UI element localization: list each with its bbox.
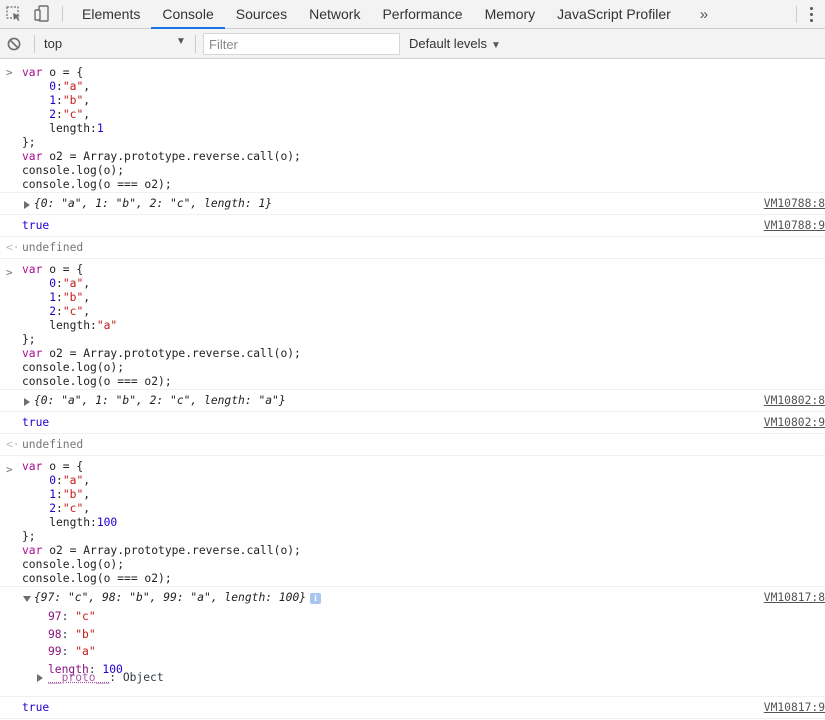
console-log-entry: {0: "a", 1: "b", 2: "c", length: 1} VM10… [0, 193, 825, 215]
toolbar-divider [34, 35, 35, 53]
console-messages: > var o = { 0:"a", 1:"b", 2:"c", length:… [0, 59, 825, 720]
tab-console[interactable]: Console [151, 0, 226, 29]
logged-boolean: true [22, 701, 50, 714]
expand-triangle-icon[interactable] [24, 201, 30, 209]
devtools-tabbar: Elements Console Sources Network Perform… [0, 0, 825, 29]
source-link[interactable]: VM10802:9 [764, 416, 825, 430]
kebab-menu-icon[interactable] [803, 6, 819, 22]
filter-input[interactable] [203, 33, 400, 55]
console-return-entry: <· undefined [0, 237, 825, 259]
input-prompt-icon: > [6, 66, 13, 79]
console-log-entry: {0: "a", 1: "b", 2: "c", length: "a"} VM… [0, 390, 825, 412]
console-filter-bar: top ▼ Default levels▼ [0, 29, 825, 59]
console-log-entry: true VM10802:9 [0, 412, 825, 434]
source-link[interactable]: VM10788:9 [764, 219, 825, 233]
object-property-row[interactable]: 98: "b" [48, 626, 123, 644]
log-levels-select[interactable]: Default levels ▼ [409, 36, 501, 51]
proto-row[interactable]: __proto__: Object [48, 671, 164, 685]
input-prompt-icon: > [6, 463, 13, 476]
console-log-entry: true VM10788:9 [0, 215, 825, 237]
length-value: 1 [96, 122, 104, 135]
object-property-row[interactable]: 99: "a" [48, 643, 123, 661]
object-property-row[interactable]: 97: "c" [48, 608, 123, 626]
tab-network[interactable]: Network [298, 0, 371, 28]
length-value: "a" [96, 319, 118, 332]
return-prompt-icon: <· [6, 438, 20, 451]
return-prompt-icon: <· [6, 241, 20, 254]
levels-dropdown-icon: ▼ [491, 40, 501, 51]
input-prompt-icon: > [6, 266, 13, 279]
device-toolbar-icon[interactable] [28, 0, 56, 28]
toolbar-divider [195, 35, 196, 53]
context-select[interactable]: top [44, 36, 194, 52]
toolbar-divider [796, 6, 797, 23]
source-link[interactable]: VM10788:8 [764, 197, 825, 211]
length-value: 100 [96, 516, 118, 529]
return-value: undefined [22, 438, 84, 451]
logged-object[interactable]: {97: "c", 98: "b", 99: "a", length: 100}… [34, 591, 322, 605]
source-link[interactable]: VM10817:8 [764, 591, 825, 605]
return-value: undefined [22, 241, 84, 254]
context-dropdown-icon[interactable]: ▼ [176, 36, 186, 47]
source-link[interactable]: VM10817:9 [764, 701, 825, 715]
object-properties: 97: "c" 98: "b" 99: "a" length: 100 [48, 608, 123, 678]
tab-elements[interactable]: Elements [71, 0, 151, 28]
info-icon[interactable]: i [310, 592, 322, 604]
input-code[interactable]: var o = { 0:"a", 1:"b", 2:"c", length:10… [0, 456, 825, 587]
tab-performance[interactable]: Performance [371, 0, 473, 28]
logged-object[interactable]: {0: "a", 1: "b", 2: "c", length: 1} [34, 197, 272, 211]
tab-memory[interactable]: Memory [474, 0, 547, 28]
input-code[interactable]: var o = { 0:"a", 1:"b", 2:"c", length:"a… [0, 259, 825, 390]
logged-object[interactable]: {0: "a", 1: "b", 2: "c", length: "a"} [34, 394, 286, 408]
tab-sources[interactable]: Sources [225, 0, 298, 28]
console-log-entry: true VM10817:9 [0, 697, 825, 719]
collapse-triangle-icon[interactable] [23, 596, 31, 602]
clear-console-icon[interactable] [7, 37, 21, 51]
toolbar-divider [62, 6, 63, 22]
console-input-entry: > var o = { 0:"a", 1:"b", 2:"c", length:… [0, 59, 825, 193]
inspect-element-icon[interactable] [0, 0, 28, 28]
expand-triangle-icon[interactable] [24, 398, 30, 406]
logged-boolean: true [22, 219, 50, 232]
console-input-entry: > var o = { 0:"a", 1:"b", 2:"c", length:… [0, 456, 825, 587]
console-log-entry-expanded: {97: "c", 98: "b", 99: "a", length: 100}… [0, 587, 825, 697]
log-levels-label: Default levels [409, 36, 488, 51]
tab-javascript-profiler[interactable]: JavaScript Profiler [546, 0, 682, 28]
source-link[interactable]: VM10802:8 [764, 394, 825, 408]
input-code[interactable]: var o = { 0:"a", 1:"b", 2:"c", length:1 … [0, 59, 825, 193]
more-tabs-button[interactable]: » [688, 0, 720, 28]
console-input-entry: > var o = { 0:"a", 1:"b", 2:"c", length:… [0, 259, 825, 390]
proto-expand-triangle-icon[interactable] [37, 674, 43, 682]
logged-boolean: true [22, 416, 50, 429]
console-return-entry: <· undefined [0, 434, 825, 456]
